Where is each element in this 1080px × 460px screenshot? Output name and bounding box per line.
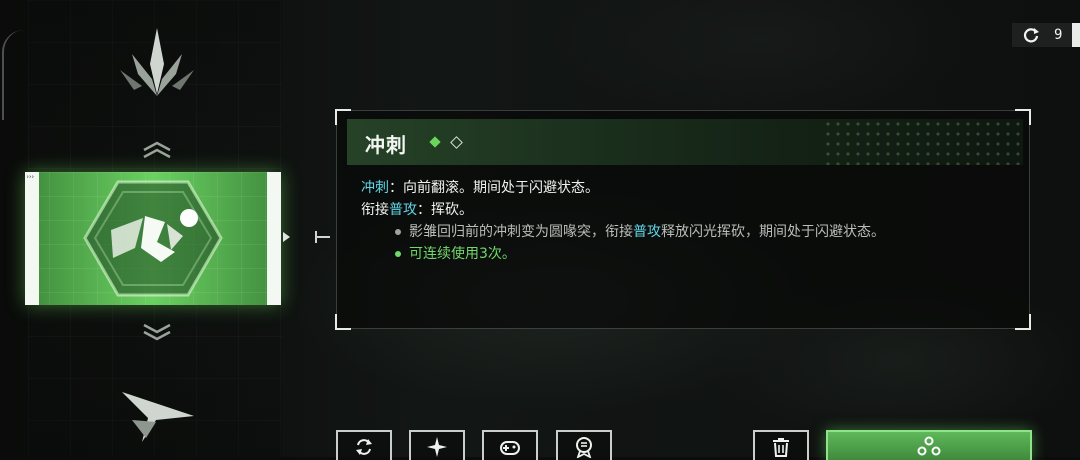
swap-icon — [356, 439, 372, 455]
skill-description: 冲刺：向前翻滚。期间处于闪避状态。 衔接普攻：挥砍。 — [361, 177, 599, 221]
keyword[interactable]: 冲刺 — [361, 180, 389, 196]
skill-header: 冲刺 — [347, 119, 1023, 165]
skill-title: 冲刺 — [365, 133, 407, 157]
bullet-text: 影雏回归前的冲刺变为圆喙突，衔接 — [409, 224, 633, 240]
confirm-button[interactable] — [826, 430, 1032, 460]
counter-value: 9 — [1054, 27, 1063, 43]
scroll-down-icon[interactable] — [140, 322, 174, 342]
corner-mark — [1015, 314, 1031, 330]
desc-line-2: 衔接普攻：挥砍。 — [361, 199, 599, 221]
desc-text: ：挥砍。 — [417, 202, 473, 218]
gamepad-button[interactable] — [482, 430, 538, 460]
desc-text: ：向前翻滚。期间处于闪避状态。 — [389, 180, 599, 196]
level-empty-diamond-icon — [450, 136, 463, 149]
card-left-tab: ››› — [25, 172, 39, 305]
skill-detail-panel: 冲刺 冲刺：向前翻滚。期间处于闪避状态。 衔接普攻：挥砍。 影雏回归前的冲刺变为… — [335, 109, 1031, 330]
bullet-charges: 可连续使用3次。 — [395, 243, 516, 265]
cluster-icon — [917, 436, 941, 456]
level-filled-diamond-icon — [429, 136, 441, 148]
expand-arrow-icon — [283, 232, 290, 242]
running-sprint-icon — [83, 180, 223, 297]
claw-dive-icon[interactable] — [112, 24, 202, 104]
delete-button[interactable] — [753, 430, 809, 460]
bullet-dot — [395, 251, 401, 257]
desc-text: 衔接 — [361, 202, 389, 218]
keyword[interactable]: 普攻 — [633, 224, 661, 240]
lightning-dash-icon[interactable] — [112, 372, 202, 452]
connector-icon — [315, 231, 330, 243]
counter-badge: 9 — [1012, 23, 1080, 47]
selected-skill-card[interactable]: ››› — [25, 172, 281, 305]
scroll-up-icon[interactable] — [140, 140, 174, 160]
bullet-dot — [395, 229, 401, 235]
header-pattern — [823, 119, 1023, 165]
bullet-condition: 影雏回归前的冲刺变为圆喙突，衔接普攻释放闪光挥砍，期间处于闪避状态。 — [395, 221, 885, 243]
bullet-text: 可连续使用3次。 — [409, 246, 516, 262]
sparkle-icon — [427, 437, 447, 457]
swap-button[interactable] — [336, 430, 392, 460]
gamepad-icon — [500, 441, 520, 455]
bullet-text: 释放闪光挥砍，期间处于闪避状态。 — [661, 224, 885, 240]
card-right-tab — [267, 172, 281, 305]
trash-icon — [773, 438, 789, 457]
edge-arc — [2, 30, 26, 120]
medal-button[interactable] — [556, 430, 612, 460]
medal-icon — [576, 437, 592, 458]
refresh-icon — [1023, 28, 1039, 43]
counter-bar — [1072, 23, 1080, 47]
keyword[interactable]: 普攻 — [389, 202, 417, 218]
corner-mark — [335, 314, 351, 330]
desc-line-1: 冲刺：向前翻滚。期间处于闪避状态。 — [361, 177, 599, 199]
sparkle-button[interactable] — [409, 430, 465, 460]
